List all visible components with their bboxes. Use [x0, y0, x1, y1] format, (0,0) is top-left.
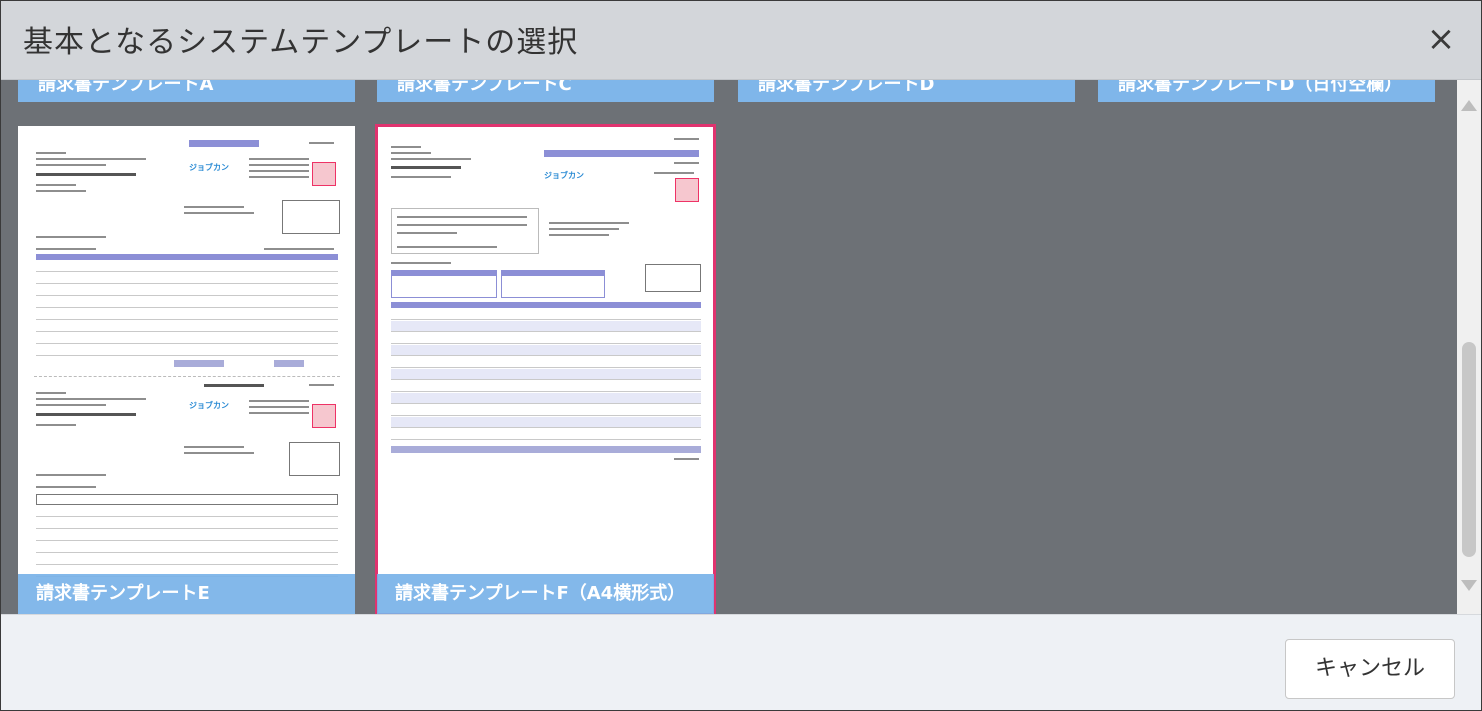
scrollbar[interactable]: [1457, 80, 1481, 614]
template-label: 請求書テンプレートC: [397, 80, 572, 95]
template-card-a[interactable]: 請求書テンプレートA: [18, 80, 355, 102]
template-label: 請求書テンプレートA: [38, 80, 214, 95]
invoice-preview-page1: ジョブカン: [34, 140, 340, 370]
template-card-d[interactable]: 請求書テンプレートD: [738, 80, 1075, 102]
close-icon[interactable]: ×: [1421, 19, 1461, 59]
invoice-preview-page2: ジョブカン: [34, 382, 340, 582]
template-label: 請求書テンプレートD: [758, 80, 935, 95]
template-card-f[interactable]: ジョブカン 請求書テンプレートF（A4横形式）: [375, 124, 716, 614]
scroll-up-icon[interactable]: [1461, 100, 1477, 111]
template-label: 請求書テンプレートE: [18, 574, 355, 614]
dialog-footer: キャンセル: [1, 614, 1481, 710]
template-select-dialog: 基本となるシステムテンプレートの選択 × 請求書テンプレートA 請求書テンプレー…: [0, 0, 1482, 711]
template-card-e[interactable]: ジョブカン ジョブカン 請求書テンプレートE: [18, 126, 355, 614]
dialog-header: 基本となるシステムテンプレートの選択 ×: [1, 1, 1481, 80]
template-card-c[interactable]: 請求書テンプレートC: [377, 80, 714, 102]
invoice-preview-landscape: ジョブカン: [389, 136, 703, 476]
scroll-down-icon[interactable]: [1461, 580, 1477, 591]
template-label: 請求書テンプレートD（日付空欄）: [1118, 80, 1403, 95]
cancel-button[interactable]: キャンセル: [1285, 639, 1455, 699]
template-label: 請求書テンプレートF（A4横形式）: [377, 574, 714, 614]
template-grid: 請求書テンプレートA 請求書テンプレートC 請求書テンプレートD 請求書テンプレ…: [1, 80, 1481, 614]
template-card-d-blank-date[interactable]: 請求書テンプレートD（日付空欄）: [1098, 80, 1435, 102]
dialog-title: 基本となるシステムテンプレートの選択: [23, 25, 579, 60]
scrollbar-thumb[interactable]: [1462, 342, 1476, 557]
